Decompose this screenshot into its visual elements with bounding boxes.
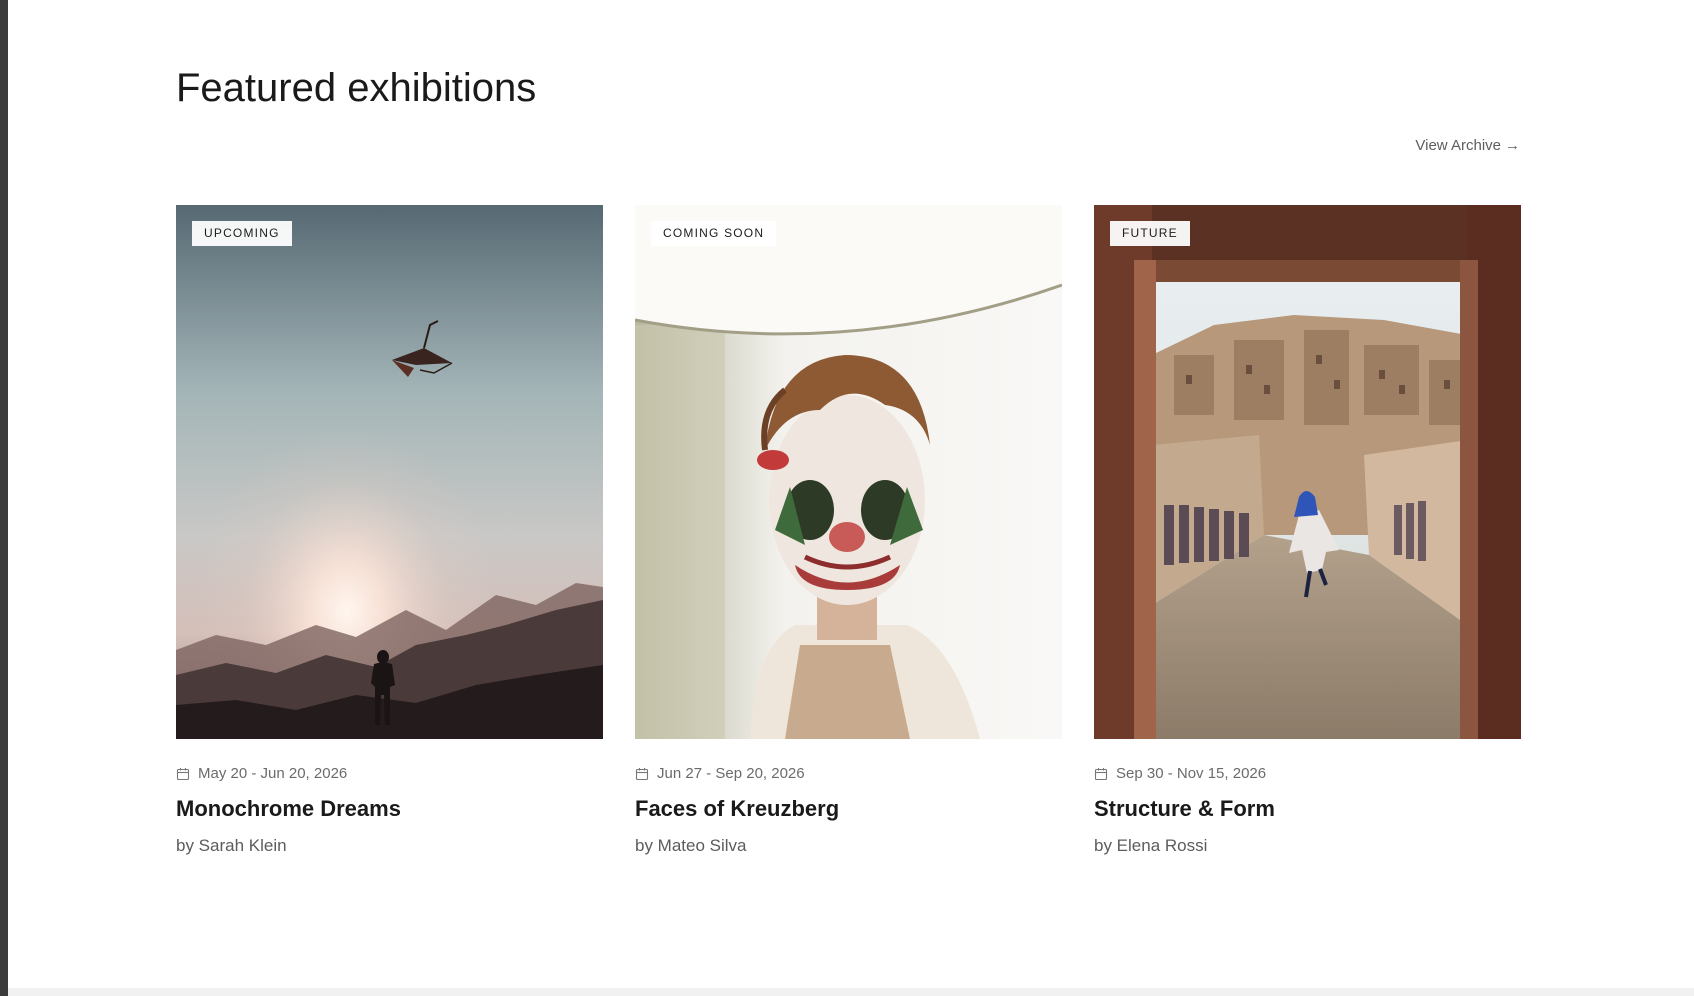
kasbah-alley-photo — [1094, 205, 1521, 739]
exhibition-dates: Jun 27 - Sep 20, 2026 — [635, 764, 1062, 784]
date-range: May 20 - Jun 20, 2026 — [198, 765, 348, 782]
exhibition-card[interactable]: UPCOMING May 20 - Jun 20, 2026 Monochrom… — [176, 205, 603, 858]
exhibition-title[interactable]: Structure & Form — [1094, 794, 1521, 824]
calendar-icon — [1094, 768, 1108, 781]
exhibition-dates: Sep 30 - Nov 15, 2026 — [1094, 764, 1521, 784]
exhibition-cards: UPCOMING May 20 - Jun 20, 2026 Monochrom… — [176, 205, 1521, 858]
exhibition-card[interactable]: COMING SOON Jun 27 - Sep 20, 2026 Faces … — [635, 205, 1062, 858]
exhibition-image[interactable]: FUTURE — [1094, 205, 1521, 739]
view-archive-link[interactable]: View Archive → — [1415, 136, 1520, 156]
status-badge: UPCOMING — [192, 221, 292, 246]
view-archive-label: View Archive — [1415, 137, 1501, 154]
date-range: Jun 27 - Sep 20, 2026 — [657, 765, 805, 782]
arrow-right-icon: → — [1505, 137, 1520, 154]
calendar-icon — [176, 768, 190, 781]
exhibition-title[interactable]: Monochrome Dreams — [176, 794, 603, 824]
clown-portrait-photo — [635, 205, 1062, 739]
exhibition-image[interactable]: COMING SOON — [635, 205, 1062, 739]
exhibition-title[interactable]: Faces of Kreuzberg — [635, 794, 1062, 824]
section-title: Featured exhibitions — [176, 66, 537, 110]
exhibition-image[interactable]: UPCOMING — [176, 205, 603, 739]
date-range: Sep 30 - Nov 15, 2026 — [1116, 765, 1267, 782]
kite-sunset-photo — [176, 205, 603, 739]
status-badge: FUTURE — [1110, 221, 1190, 246]
page-footer-edge — [8, 988, 1694, 996]
exhibition-artist: by Elena Rossi — [1094, 836, 1208, 855]
page: Featured exhibitions View Archive → UPCO… — [8, 0, 1694, 988]
exhibition-dates: May 20 - Jun 20, 2026 — [176, 764, 603, 784]
exhibition-artist: by Sarah Klein — [176, 836, 287, 855]
status-badge: COMING SOON — [651, 221, 777, 246]
exhibition-artist: by Mateo Silva — [635, 836, 747, 855]
exhibition-card[interactable]: FUTURE Sep 30 - Nov 15, 2026 Structure &… — [1094, 205, 1521, 858]
calendar-icon — [635, 768, 649, 781]
